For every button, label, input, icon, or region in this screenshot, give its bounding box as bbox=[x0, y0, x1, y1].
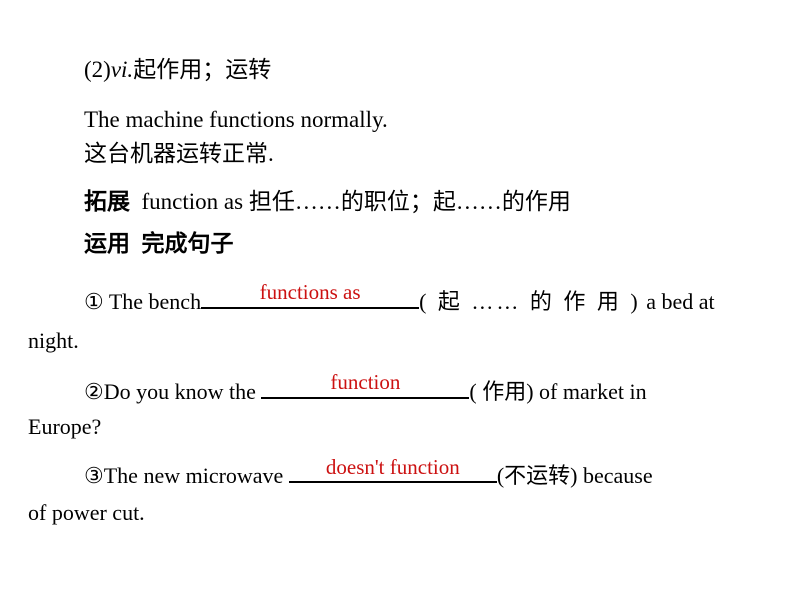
exercise-hint-1: ( 起 …… 的 作 用 ) bbox=[419, 289, 641, 314]
answer-blank-1[interactable]: functions as bbox=[201, 280, 420, 309]
exercise-marker-3: ③ bbox=[84, 463, 104, 488]
exercise-item-3: ③The new microwave doesn't function (不运转)… bbox=[84, 455, 653, 490]
exercise-after-1: a bed at bbox=[640, 289, 715, 314]
answer-blank-3[interactable]: doesn't function bbox=[288, 455, 497, 483]
apply-title: 完成句子 bbox=[141, 230, 234, 256]
exercise-continuation-1: night. bbox=[28, 328, 79, 353]
part-of-speech: vi. bbox=[110, 57, 134, 82]
exercise-marker-2: ② bbox=[84, 379, 104, 404]
sense-heading: (2)vi.起作用；运转 bbox=[84, 58, 271, 81]
answer-blank-2[interactable]: function bbox=[261, 370, 470, 399]
extend-label: 拓展 bbox=[84, 188, 130, 214]
document-page: (2)vi.起作用；运转 The machine functions norma… bbox=[0, 0, 800, 600]
exercise-marker-1: ① bbox=[84, 289, 104, 314]
exercise-continuation-2: Europe? bbox=[28, 414, 102, 439]
extend-meaning: 担任……的职位；起……的作用 bbox=[248, 189, 571, 214]
exercise-before-3: The new microwave bbox=[103, 463, 289, 488]
exercise-after-3: because bbox=[577, 463, 653, 488]
exercise-item-2: ②Do you know the function ( 作用) of market… bbox=[84, 370, 647, 406]
extend-phrase: function as bbox=[141, 189, 244, 214]
apply-spacer bbox=[130, 231, 142, 256]
answer-text-3: doesn't function bbox=[325, 455, 460, 479]
exercise-before-1: The bench bbox=[108, 289, 202, 314]
example-sentence-chinese: 这台机器运转正常. bbox=[84, 141, 274, 166]
sense-definition: 起作用；运转 bbox=[133, 57, 272, 82]
exercise-hint-3: (不运转) bbox=[496, 463, 578, 488]
exercise-hint-2: ( 作用) bbox=[469, 379, 534, 404]
example-sentence-english: The machine functions normally. bbox=[84, 107, 388, 132]
exercise-before-2: Do you know the bbox=[103, 379, 262, 404]
exercise-after-2: of market in bbox=[533, 379, 647, 404]
exercise-continuation-3: of power cut. bbox=[28, 500, 145, 525]
exercise-item-1: ① The bench functions as ( 起 …… 的 作 用 ) a … bbox=[84, 280, 715, 316]
sense-number: (2) bbox=[84, 57, 111, 82]
apply-label: 运用 bbox=[84, 230, 130, 256]
extend-spacer bbox=[130, 189, 142, 214]
apply-row: 运用 完成句子 bbox=[84, 232, 234, 255]
extend-row: 拓展 function as 担任……的职位；起……的作用 bbox=[84, 188, 571, 214]
answer-text-2: function bbox=[330, 370, 401, 394]
answer-text-1: functions as bbox=[259, 280, 361, 304]
